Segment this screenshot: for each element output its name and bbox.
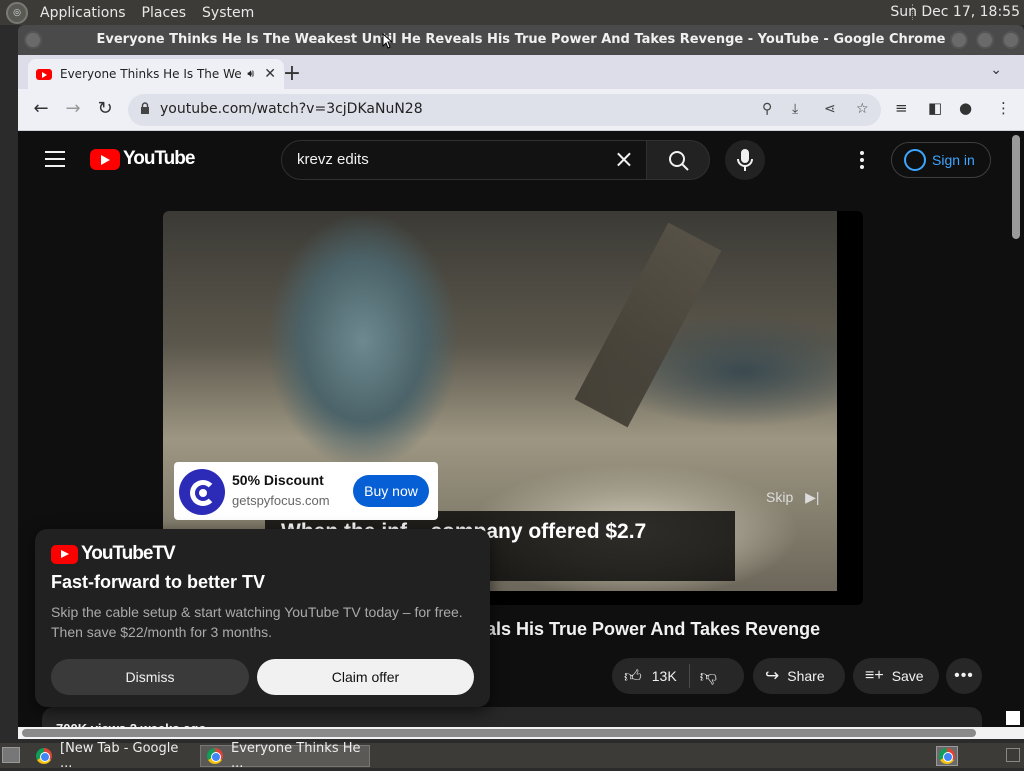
maximize-button[interactable] — [976, 31, 994, 49]
os-taskbar: [New Tab - Google ... Everyone Thinks He… — [0, 741, 1024, 771]
microphone-icon — [737, 149, 753, 171]
url-text[interactable]: youtube.com/watch?v=3cjDKaNuN28 — [160, 101, 423, 117]
video-title: als His True Power And Takes Revenge — [486, 619, 821, 639]
buy-now-button[interactable]: Buy now — [353, 475, 429, 507]
claim-offer-button[interactable]: Claim offer — [257, 659, 474, 695]
os-top-panel: ◎ Applications Places System Sun Dec 17,… — [0, 0, 1024, 25]
scroll-corner — [1006, 711, 1020, 725]
video-scene-object — [574, 222, 722, 428]
advertiser-logo-icon — [179, 469, 225, 515]
zoom-search-icon[interactable]: ⚲ — [762, 101, 772, 117]
tab-strip: Everyone Thinks He Is The Weakest Until … — [18, 55, 1024, 89]
clock[interactable]: Sun Dec 17, 18:55 — [890, 4, 1020, 20]
minimize-button[interactable] — [950, 31, 968, 49]
youtube-tv-logo: YouTubeTV — [51, 543, 176, 565]
window-menu-button[interactable] — [24, 31, 42, 49]
new-tab-button[interactable]: + — [280, 61, 304, 86]
search-query[interactable]: krevz edits — [297, 151, 369, 168]
menu-places[interactable]: Places — [134, 5, 195, 21]
tray-chrome-icon[interactable] — [936, 746, 958, 766]
search-icon — [669, 151, 689, 171]
settings-kebab-icon[interactable] — [860, 151, 864, 172]
profile-avatar-icon[interactable]: ● — [959, 99, 972, 117]
forward-button[interactable]: → — [62, 98, 84, 119]
taskbar-item-label: [New Tab - Google ... — [60, 741, 179, 771]
chrome-icon — [36, 748, 52, 764]
share-arrow-icon: ↪ — [765, 666, 780, 685]
horizontal-scrollbar-track — [18, 727, 1024, 739]
save-label: Save — [891, 668, 924, 684]
vertical-scrollbar[interactable] — [1012, 135, 1020, 239]
chrome-menu-icon[interactable]: ⋮ — [996, 99, 1011, 117]
like-count: 13K — [651, 668, 677, 684]
more-actions-button[interactable]: ••• — [946, 658, 982, 694]
tab-title: Everyone Thinks He Is The Weakest Until … — [60, 67, 242, 81]
clear-search-icon[interactable]: × — [614, 145, 634, 173]
workspace-switcher-icon[interactable] — [1006, 748, 1020, 762]
thumbs-down-icon: 👎︎ — [699, 666, 717, 686]
skip-label: Skip — [766, 489, 794, 505]
promo-body: Skip the cable setup & start watching Yo… — [51, 604, 463, 640]
taskbar-item-youtube[interactable]: Everyone Thinks He ... — [200, 741, 370, 771]
dislike-button[interactable]: 👎︎ — [690, 666, 717, 687]
like-button[interactable]: 👍︎ 13K — [612, 666, 677, 687]
chrome-icon — [939, 748, 955, 764]
dismiss-button[interactable]: Dismiss — [51, 659, 249, 695]
chrome-icon — [207, 748, 223, 764]
reload-button[interactable]: ↻ — [94, 98, 116, 119]
window-titlebar[interactable]: Everyone Thinks He Is The Weakest Until … — [18, 25, 1024, 55]
search-button[interactable] — [646, 140, 710, 180]
sign-in-label: Sign in — [932, 152, 975, 168]
share-icon[interactable]: ⋖ — [824, 101, 836, 117]
search-input[interactable]: krevz edits × — [281, 140, 647, 180]
share-label: Share — [787, 668, 825, 684]
voice-search-button[interactable] — [725, 140, 765, 180]
mouse-cursor-icon — [382, 33, 392, 49]
back-button[interactable]: ← — [30, 98, 52, 119]
skip-ad-button[interactable]: Skip ▶| — [766, 489, 820, 506]
lock-icon[interactable] — [140, 102, 150, 114]
close-window-button[interactable] — [1002, 31, 1020, 49]
youtube-favicon-icon — [36, 68, 52, 80]
ad-domain: getspyfocus.com — [232, 493, 330, 508]
youtube-tv-logo-text: YouTubeTV — [81, 543, 176, 564]
youtube-tv-play-icon — [51, 544, 78, 564]
window-title: Everyone Thinks He Is The Weakest Until … — [96, 32, 946, 47]
tab-youtube-video[interactable]: Everyone Thinks He Is The Weakest Until … — [28, 59, 284, 89]
thumbs-up-icon: 👍︎ — [624, 666, 642, 686]
youtube-play-icon — [90, 148, 120, 170]
tab-search-chevron-icon[interactable]: ⌄ — [990, 62, 1002, 78]
media-queue-icon[interactable]: ≡ — [895, 99, 908, 117]
distro-logo-icon[interactable]: ◎ — [6, 1, 28, 24]
more-horizontal-icon: ••• — [954, 667, 974, 684]
show-desktop-icon[interactable] — [2, 747, 20, 763]
bookmark-star-icon[interactable]: ☆ — [856, 101, 869, 117]
guide-menu-icon[interactable] — [45, 151, 65, 167]
account-icon — [904, 149, 926, 171]
like-dislike-group: 👍︎ 13K 👎︎ — [612, 658, 744, 694]
youtube-logo-text: YouTube — [123, 148, 195, 169]
menu-applications[interactable]: Applications — [32, 5, 134, 21]
sign-in-button[interactable]: Sign in — [891, 142, 991, 178]
address-bar[interactable]: youtube.com/watch?v=3cjDKaNuN28 ⚲ ⤓ ⋖ ☆ — [128, 94, 881, 126]
taskbar-item-label: Everyone Thinks He ... — [231, 741, 361, 771]
save-button[interactable]: ≡+ Save — [853, 658, 939, 694]
horizontal-scrollbar[interactable] — [22, 729, 976, 737]
skip-next-icon: ▶| — [805, 489, 820, 505]
web-page: YouTube krevz edits × Sign in When the i… — [18, 131, 1024, 739]
promo-title: Fast-forward to better TV — [51, 572, 266, 592]
ad-overlay-card[interactable]: 50% Discount getspyfocus.com Buy now — [174, 462, 438, 520]
youtube-logo[interactable]: YouTube — [90, 148, 195, 170]
share-button[interactable]: ↪ Share — [753, 658, 845, 694]
side-panel-icon[interactable]: ◧ — [928, 99, 942, 117]
youtube-tv-promo: YouTubeTV Fast-forward to better TV Skip… — [35, 529, 490, 707]
tab-close-icon[interactable]: ✕ — [264, 66, 276, 82]
add-to-playlist-icon: ≡+ — [865, 667, 884, 684]
audio-playing-icon[interactable]: 🔊︎ — [247, 67, 254, 81]
browser-toolbar: ← → ↻ youtube.com/watch?v=3cjDKaNuN28 ⚲ … — [18, 89, 1024, 131]
ad-title: 50% Discount — [232, 472, 324, 488]
install-app-icon[interactable]: ⤓ — [792, 101, 798, 117]
taskbar-item-new-tab[interactable]: [New Tab - Google ... — [30, 741, 198, 771]
menu-system[interactable]: System — [194, 5, 262, 21]
